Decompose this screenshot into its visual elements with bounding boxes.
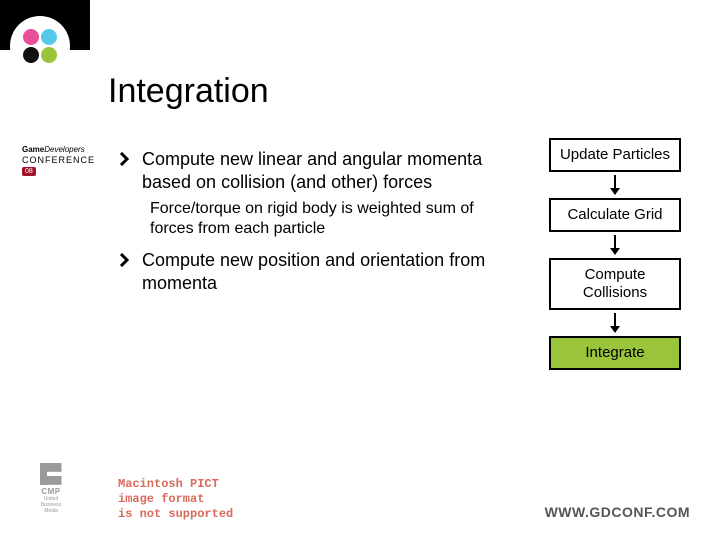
list-subitem: Force/torque on rigid body is weighted s… [150, 199, 488, 239]
pict-error-text: Macintosh PICT image format is not suppo… [118, 477, 233, 522]
flow-box-update: Update Particles [549, 138, 681, 172]
flow-box-grid: Calculate Grid [549, 198, 681, 232]
slide-title: Integration [108, 72, 269, 111]
arrow-down-icon [608, 313, 622, 333]
clover-icon [22, 28, 58, 64]
arrow-down-icon [608, 175, 622, 195]
bullet-text: Compute new linear and angular momenta b… [142, 148, 488, 193]
bullet-text: Compute new position and orientation fro… [142, 249, 488, 294]
cmp-icon [40, 463, 62, 485]
flow-diagram: Update Particles Calculate Grid Compute … [540, 138, 690, 370]
list-item: Compute new position and orientation fro… [118, 249, 488, 294]
list-item: Compute new linear and angular momenta b… [118, 148, 488, 193]
flow-box-integrate: Integrate [549, 336, 681, 370]
cmp-logo: CMP United Business Media [34, 463, 68, 514]
bullet-subtext: Force/torque on rigid body is weighted s… [150, 199, 488, 239]
arrow-down-icon [608, 235, 622, 255]
chevron-icon [118, 152, 132, 166]
event-logo [12, 18, 68, 74]
bullet-list: Compute new linear and angular momenta b… [118, 148, 488, 298]
chevron-icon [118, 253, 132, 267]
flow-box-collisions: Compute Collisions [549, 258, 681, 310]
conference-badge: GameDevelopers CONFERENCE 08 [22, 145, 95, 176]
footer-url: WWW.GDCONF.COM [545, 504, 690, 520]
